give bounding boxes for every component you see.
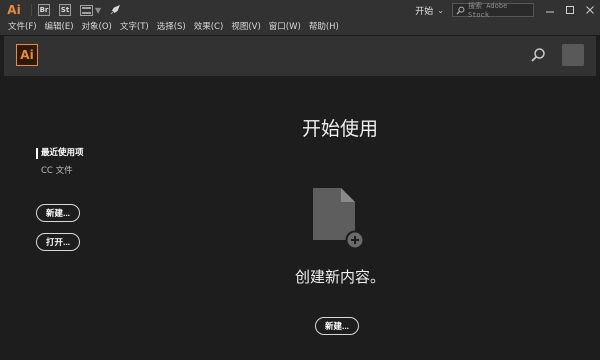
illustrator-logo: Ai bbox=[16, 44, 38, 66]
chevron-down-icon: ⌄ bbox=[437, 5, 444, 15]
create-new-content-text: 创建新内容。 bbox=[294, 268, 385, 286]
new-document-icon bbox=[313, 188, 365, 250]
menu-edit[interactable]: 编辑(E) bbox=[41, 20, 78, 35]
minimize-icon bbox=[546, 11, 554, 13]
start-workspace: 最近使用项 CC 文件 新建... 打开... 开始使用 创建新内容。 新建..… bbox=[4, 76, 596, 357]
menu-effect[interactable]: 效果(C) bbox=[190, 20, 228, 35]
arrange-documents-icon[interactable] bbox=[80, 4, 93, 16]
menu-window[interactable]: 窗口(W) bbox=[265, 20, 305, 35]
avatar[interactable] bbox=[562, 44, 584, 66]
rocket-icon[interactable] bbox=[109, 4, 121, 16]
page-title: 开始使用 bbox=[301, 118, 378, 140]
close-button[interactable] bbox=[580, 0, 600, 20]
maximize-button[interactable] bbox=[560, 0, 580, 20]
menu-help[interactable]: 帮助(H) bbox=[305, 20, 343, 35]
minimize-button[interactable] bbox=[540, 0, 560, 20]
bridge-button[interactable]: Br bbox=[38, 4, 50, 16]
stock-button[interactable]: St bbox=[59, 4, 71, 16]
search-icon bbox=[456, 6, 465, 15]
menu-select[interactable]: 选择(S) bbox=[153, 20, 190, 35]
workspace-label: 开始 bbox=[415, 6, 434, 17]
nav-recent[interactable]: 最近使用项 bbox=[36, 148, 84, 159]
menu-view[interactable]: 视图(V) bbox=[227, 20, 264, 35]
close-icon bbox=[586, 6, 594, 14]
workspace-switcher[interactable]: 开始 ⌄ bbox=[415, 4, 444, 17]
left-nav: 最近使用项 CC 文件 新建... 打开... bbox=[4, 76, 154, 357]
window-controls bbox=[540, 0, 600, 20]
start-header: Ai bbox=[4, 36, 596, 76]
title-separator bbox=[31, 4, 32, 16]
stock-search-input[interactable]: 搜索 Adobe Stock bbox=[452, 2, 534, 19]
menu-type[interactable]: 文字(T) bbox=[116, 20, 153, 35]
nav-cc-files[interactable]: CC 文件 bbox=[41, 164, 73, 176]
app-logo: Ai bbox=[7, 3, 21, 17]
start-content: 开始使用 创建新内容。 新建... bbox=[154, 76, 596, 357]
menu-object[interactable]: 对象(O) bbox=[78, 20, 116, 35]
open-button[interactable]: 打开... bbox=[36, 233, 80, 251]
menu-bar: 文件(F) 编辑(E) 对象(O) 文字(T) 选择(S) 效果(C) 视图(V… bbox=[0, 20, 600, 35]
arrange-chevron-down-icon[interactable]: ▼ bbox=[95, 6, 101, 15]
title-bar: Ai Br St ▼ 开始 ⌄ 搜索 Adobe Stock bbox=[0, 0, 600, 20]
search-icon[interactable] bbox=[530, 47, 546, 63]
stock-search-placeholder: 搜索 Adobe Stock bbox=[468, 2, 508, 19]
new-button[interactable]: 新建... bbox=[36, 204, 80, 222]
maximize-icon bbox=[566, 6, 574, 14]
new-content-button[interactable]: 新建... bbox=[315, 317, 359, 335]
menu-file[interactable]: 文件(F) bbox=[4, 20, 41, 35]
